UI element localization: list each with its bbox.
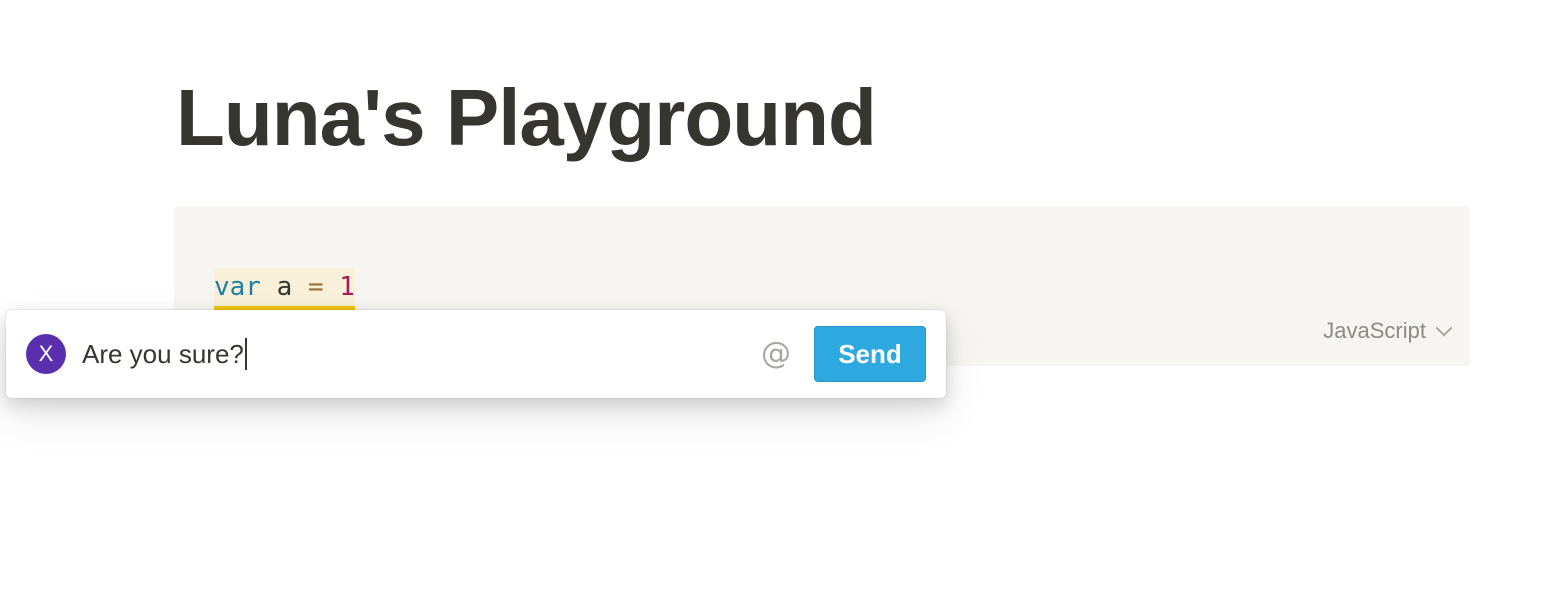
code-keyword: var bbox=[214, 272, 261, 302]
code-number: 1 bbox=[339, 272, 355, 302]
highlighted-code-line[interactable]: var a = 1 bbox=[214, 268, 355, 310]
code-operator: = bbox=[307, 272, 324, 302]
comment-input[interactable]: Are you sure? bbox=[82, 334, 247, 374]
mention-icon[interactable]: @ bbox=[756, 334, 796, 374]
avatar: X bbox=[26, 334, 66, 374]
language-select[interactable]: JavaScript bbox=[1323, 318, 1453, 344]
send-button[interactable]: Send bbox=[814, 326, 926, 382]
comment-popup: X Are you sure? @ Send bbox=[6, 310, 946, 398]
chevron-down-icon bbox=[1435, 319, 1453, 337]
page-title[interactable]: Luna's Playground bbox=[176, 68, 877, 168]
comment-input-value: Are you sure? bbox=[82, 339, 244, 369]
language-label: JavaScript bbox=[1323, 318, 1426, 343]
text-caret bbox=[244, 338, 247, 371]
code-identifier: a bbox=[276, 272, 293, 302]
